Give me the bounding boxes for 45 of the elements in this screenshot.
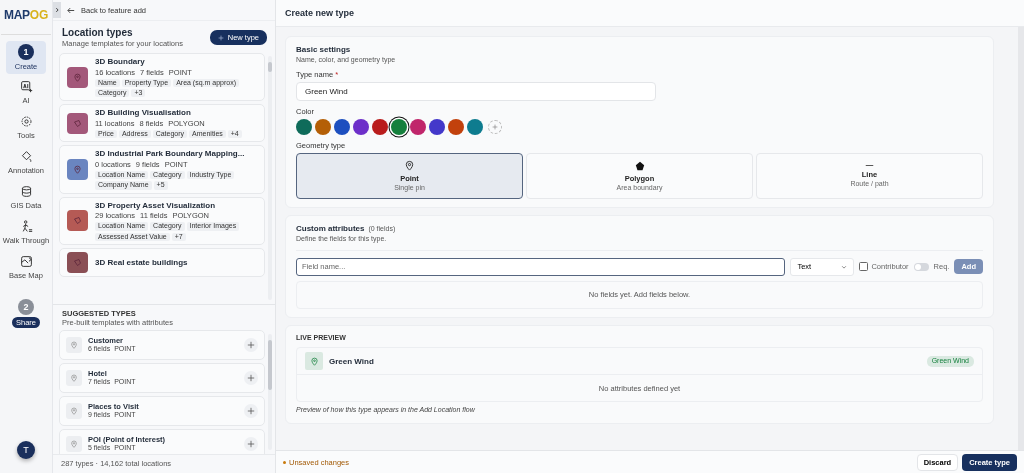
pin-icon [66, 403, 82, 419]
card-title: Custom attributes [296, 224, 365, 234]
chevron-right-icon [54, 7, 60, 13]
checkbox[interactable] [859, 262, 869, 272]
type-name: 3D Building Visualisation [95, 108, 192, 118]
plus-icon [492, 124, 498, 130]
database-icon [19, 185, 33, 199]
color-swatch[interactable] [296, 119, 312, 135]
type-name-input[interactable]: Green Wind [296, 82, 656, 101]
map-icon [19, 255, 33, 269]
paint-bucket-icon [19, 150, 33, 164]
color-swatch[interactable] [410, 119, 426, 135]
location-type-card[interactable]: 3D Real estate buildings [59, 248, 265, 278]
toggle-switch[interactable] [913, 262, 929, 271]
type-name: 3D Property Asset Visualization [95, 200, 217, 211]
chevron-down-icon [841, 263, 848, 270]
pin-icon [66, 370, 82, 386]
color-swatch[interactable] [372, 119, 388, 135]
preview-name: Green Wind [329, 356, 375, 367]
color-swatch[interactable] [448, 119, 464, 135]
color-swatch[interactable] [315, 119, 331, 135]
color-swatch[interactable] [391, 119, 407, 135]
plus-icon [217, 34, 224, 41]
gear-icon [19, 115, 33, 129]
arrow-left-icon [67, 6, 75, 14]
avatar[interactable]: T [17, 441, 35, 459]
type-name: 3D Real estate buildings [95, 257, 188, 268]
line-icon [865, 164, 874, 168]
color-swatch[interactable] [429, 119, 445, 135]
expand-button[interactable] [53, 2, 61, 18]
section-title: Location types [62, 27, 134, 39]
color-swatch[interactable] [467, 119, 483, 135]
logo: MAPOG [4, 8, 48, 23]
scrollbar[interactable] [268, 334, 272, 450]
pin-icon [404, 160, 415, 172]
ai-icon [19, 80, 33, 94]
page-title: Create new type [285, 7, 355, 19]
card-title: Basic settings [296, 45, 352, 55]
type-name: 3D Industrial Park Boundary Mapping... [95, 149, 246, 159]
color-swatch[interactable] [334, 119, 350, 135]
type-name: 3D Boundary [95, 57, 146, 67]
color-swatch[interactable] [353, 119, 369, 135]
pin-icon [66, 436, 82, 452]
pin-icon [66, 337, 82, 353]
pentagon-icon [634, 161, 645, 171]
